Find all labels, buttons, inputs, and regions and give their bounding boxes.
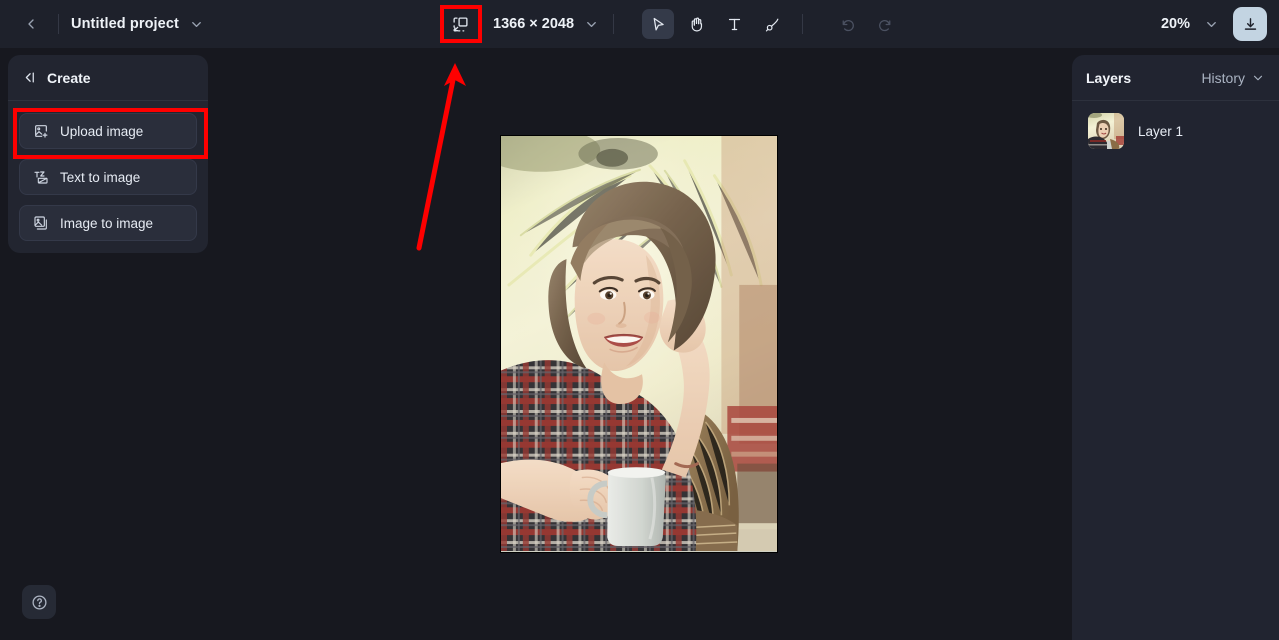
canvas-dimensions-label: 1366 × 2048 — [493, 16, 575, 32]
hand-tool[interactable] — [680, 9, 712, 39]
image-to-image-label: Image to image — [60, 215, 154, 231]
resize-canvas-button[interactable] — [445, 9, 475, 39]
help-button[interactable] — [22, 585, 56, 619]
tools-divider-left — [613, 14, 615, 34]
history-actions-group — [831, 9, 901, 39]
canvas-area[interactable] — [208, 48, 1072, 640]
top-toolbar: Untitled project 1366 × 2048 20% — [0, 0, 1279, 48]
tab-history[interactable]: History — [1201, 70, 1265, 86]
undo-button[interactable] — [831, 9, 863, 39]
app-root: Untitled project 1366 × 2048 20% Create … — [0, 0, 1279, 640]
image-plus-icon — [33, 123, 49, 139]
question-mark-circle-icon — [31, 594, 47, 610]
layer-item[interactable]: Layer 1 — [1072, 101, 1279, 149]
zoom-chevron-down-icon[interactable] — [1204, 17, 1219, 32]
project-title: Untitled project — [71, 16, 179, 32]
upload-image-button[interactable]: Upload image — [19, 113, 197, 149]
text-to-image-button[interactable]: Text to image — [19, 159, 197, 195]
collapse-panel-left-icon[interactable] — [22, 70, 37, 85]
layers-panel: Layers History Layer 1 — [1072, 55, 1279, 640]
tab-layers[interactable]: Layers — [1086, 70, 1131, 86]
image-stack-icon — [33, 215, 49, 231]
canvas-image — [501, 136, 777, 551]
select-tool[interactable] — [642, 9, 675, 39]
toolbar-right-group: 20% — [1161, 0, 1279, 48]
artboard[interactable] — [500, 135, 778, 553]
create-panel: Create Upload image Text to image Image … — [8, 55, 208, 253]
redo-button[interactable] — [869, 9, 901, 39]
download-button[interactable] — [1233, 7, 1267, 41]
image-to-image-button[interactable]: Image to image — [19, 205, 197, 241]
toolbar-center-group: 1366 × 2048 — [440, 0, 901, 48]
chevron-down-icon[interactable] — [189, 17, 204, 32]
layer-thumbnail-image — [1088, 113, 1124, 149]
text-tool[interactable] — [718, 9, 750, 39]
upload-image-label: Upload image — [60, 123, 144, 139]
back-button[interactable] — [16, 9, 46, 39]
tool-group — [642, 9, 788, 39]
create-panel-header: Create — [8, 55, 208, 101]
layer-thumbnail — [1088, 113, 1124, 149]
toolbar-divider — [58, 14, 59, 34]
brush-tool[interactable] — [756, 9, 788, 39]
layer-name: Layer 1 — [1138, 123, 1184, 139]
history-chevron-down-icon — [1251, 71, 1265, 85]
tab-history-label: History — [1201, 69, 1245, 86]
text-to-image-label: Text to image — [60, 169, 141, 185]
toolbar-left-group: Untitled project — [0, 9, 204, 39]
dimensions-chevron-down-icon[interactable] — [584, 17, 599, 32]
layers-panel-header: Layers History — [1072, 55, 1279, 101]
create-options-list: Upload image Text to image Image to imag… — [8, 101, 208, 241]
create-panel-title: Create — [47, 69, 91, 86]
text-to-image-icon — [33, 169, 49, 185]
zoom-level-label: 20% — [1160, 16, 1190, 32]
tools-divider-right — [802, 14, 804, 34]
